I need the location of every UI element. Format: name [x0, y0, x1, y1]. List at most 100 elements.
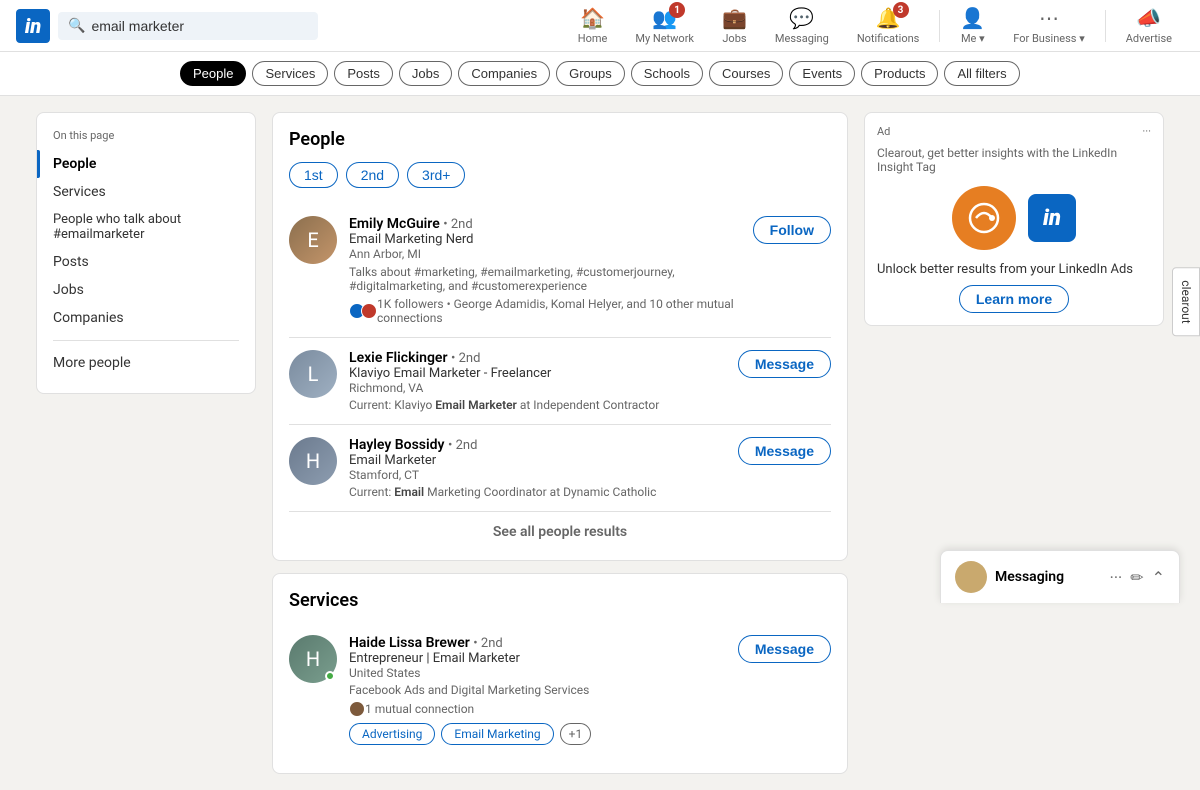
for-business-icon: ⋯: [1039, 6, 1059, 30]
messaging-menu-icon[interactable]: ···: [1110, 568, 1123, 587]
messaging-actions: ··· ✏ ⌃: [1110, 568, 1165, 587]
people-section: People 1st 2nd 3rd+ E Emily McGuire • 2n…: [272, 112, 848, 561]
tag-advertising[interactable]: Advertising: [349, 723, 435, 745]
search-input[interactable]: [91, 18, 291, 34]
tag-plus-haide[interactable]: +1: [560, 723, 592, 745]
person-result-emily: E Emily McGuire • 2nd Email Marketing Ne…: [289, 204, 831, 338]
message-button-hayley[interactable]: Message: [738, 437, 831, 465]
nav-item-notifications[interactable]: 🔔3 Notifications: [845, 2, 932, 49]
person-action-emily: Follow: [753, 216, 831, 244]
filter-pill-all-filters[interactable]: All filters: [944, 61, 1019, 86]
messaging-bar[interactable]: Messaging ··· ✏ ⌃: [940, 550, 1180, 603]
services-section-title: Services: [289, 590, 831, 611]
filter-pill-people[interactable]: People: [180, 61, 246, 86]
person-result-hayley: H Hayley Bossidy • 2nd Email Marketer St…: [289, 425, 831, 512]
my-network-icon: 👥1: [652, 6, 677, 30]
nav-item-messaging[interactable]: 💬 Messaging: [763, 2, 841, 49]
avatar-emily[interactable]: E: [289, 216, 337, 264]
linkedin-logo[interactable]: in: [16, 9, 50, 43]
tag-email-marketing[interactable]: Email Marketing: [441, 723, 553, 745]
person-name-emily[interactable]: Emily McGuire • 2nd: [349, 216, 473, 232]
sidebar: On this page People Services People who …: [36, 112, 256, 774]
home-icon: 🏠: [580, 6, 605, 30]
messaging-icon: 💬: [789, 6, 814, 30]
learn-more-button[interactable]: Learn more: [959, 285, 1069, 313]
filter-pill-products[interactable]: Products: [861, 61, 938, 86]
filter-pill-groups[interactable]: Groups: [556, 61, 625, 86]
advertise-icon: 📣: [1136, 6, 1161, 30]
sidebar-item-companies[interactable]: Companies: [53, 304, 239, 332]
person-action-haide: Message: [738, 635, 831, 663]
see-all-people[interactable]: See all people results: [289, 512, 831, 544]
sidebar-item-people-talk-about[interactable]: People who talk about #emailmarketer: [53, 206, 239, 248]
top-nav: in 🔍 🏠 Home 👥1 My Network 💼 Jobs 💬 Messa…: [0, 0, 1200, 52]
filter-tab-2nd[interactable]: 2nd: [346, 162, 399, 188]
avatar-lexie[interactable]: L: [289, 350, 337, 398]
filter-tab-1st[interactable]: 1st: [289, 162, 338, 188]
services-section: Services H Haide Lissa Brewer • 2nd Entr…: [272, 573, 848, 774]
ad-label: Ad: [877, 125, 890, 138]
sidebar-divider: [53, 340, 239, 341]
people-filter-tabs: 1st 2nd 3rd+: [289, 162, 831, 188]
nav-home-label: Home: [578, 32, 608, 45]
nav-item-advertise[interactable]: 📣 Advertise: [1114, 2, 1184, 49]
ad-card: Ad ··· Clearout, get better insights wit…: [864, 112, 1164, 326]
person-about-emily: Talks about #marketing, #emailmarketing,…: [349, 265, 741, 293]
filter-pill-courses[interactable]: Courses: [709, 61, 783, 86]
ad-menu-icon[interactable]: ···: [1142, 125, 1151, 138]
messaging-label: Messaging: [995, 569, 1102, 585]
sidebar-item-jobs[interactable]: Jobs: [53, 276, 239, 304]
nav-item-my-network[interactable]: 👥1 My Network: [623, 2, 706, 49]
person-name-hayley[interactable]: Hayley Bossidy • 2nd: [349, 437, 477, 453]
person-info-hayley: Hayley Bossidy • 2nd Email Marketer Stam…: [349, 437, 726, 499]
nav-my-network-label: My Network: [635, 32, 694, 45]
person-current-lexie: Current: Klaviyo Email Marketer at Indep…: [349, 398, 726, 412]
avatar-wrapper-haide: H: [289, 635, 337, 683]
nav-item-jobs[interactable]: 💼 Jobs: [710, 2, 759, 49]
filter-pill-schools[interactable]: Schools: [631, 61, 703, 86]
messaging-avatar: [955, 561, 987, 593]
sidebar-card: On this page People Services People who …: [36, 112, 256, 394]
filter-tab-3rd[interactable]: 3rd+: [407, 162, 465, 188]
avatar-hayley[interactable]: H: [289, 437, 337, 485]
follow-button-emily[interactable]: Follow: [753, 216, 831, 244]
clearout-side-label[interactable]: clearout: [1172, 267, 1200, 336]
messaging-compose-icon[interactable]: ✏: [1130, 568, 1143, 587]
jobs-icon: 💼: [722, 6, 747, 30]
nav-item-for-business[interactable]: ⋯ For Business ▾: [1001, 2, 1096, 49]
filter-pill-events[interactable]: Events: [789, 61, 855, 86]
messaging-expand-icon[interactable]: ⌃: [1152, 568, 1165, 587]
linkedin-logo-letter: in: [25, 14, 41, 38]
mutual-avatars-haide: [349, 701, 361, 717]
nav-item-home[interactable]: 🏠 Home: [566, 2, 620, 49]
sidebar-item-more-people[interactable]: More people: [53, 349, 239, 377]
clearout-label-text: clearout: [1179, 280, 1193, 323]
person-title-hayley: Email Marketer: [349, 453, 726, 468]
person-mutual-haide: 1 mutual connection: [349, 701, 726, 717]
person-name-lexie[interactable]: Lexie Flickinger • 2nd: [349, 350, 480, 366]
sidebar-title: On this page: [53, 129, 239, 142]
person-services-haide: Facebook Ads and Digital Marketing Servi…: [349, 683, 726, 697]
message-button-lexie[interactable]: Message: [738, 350, 831, 378]
filter-pill-jobs[interactable]: Jobs: [399, 61, 452, 86]
people-section-title: People: [289, 129, 831, 150]
sidebar-item-people[interactable]: People: [53, 150, 239, 178]
person-action-lexie: Message: [738, 350, 831, 378]
sidebar-item-services[interactable]: Services: [53, 178, 239, 206]
nav-divider-2: [1105, 10, 1106, 42]
sidebar-item-posts[interactable]: Posts: [53, 248, 239, 276]
person-current-hayley: Current: Email Marketing Coordinator at …: [349, 485, 726, 499]
nav-item-me[interactable]: 👤 Me ▾: [948, 2, 997, 49]
filter-pill-companies[interactable]: Companies: [458, 61, 550, 86]
ad-logo-area: in: [877, 186, 1151, 250]
person-location-emily: Ann Arbor, MI: [349, 247, 741, 261]
person-info-emily: Emily McGuire • 2nd Email Marketing Nerd…: [349, 216, 741, 325]
filter-pill-services[interactable]: Services: [252, 61, 328, 86]
message-button-haide[interactable]: Message: [738, 635, 831, 663]
ad-logo-clearout: [952, 186, 1016, 250]
person-name-haide[interactable]: Haide Lissa Brewer • 2nd: [349, 635, 503, 651]
person-title-lexie: Klaviyo Email Marketer - Freelancer: [349, 366, 726, 381]
filter-pill-posts[interactable]: Posts: [334, 61, 393, 86]
person-info-haide: Haide Lissa Brewer • 2nd Entrepreneur | …: [349, 635, 726, 745]
nav-me-label: Me ▾: [961, 32, 985, 45]
